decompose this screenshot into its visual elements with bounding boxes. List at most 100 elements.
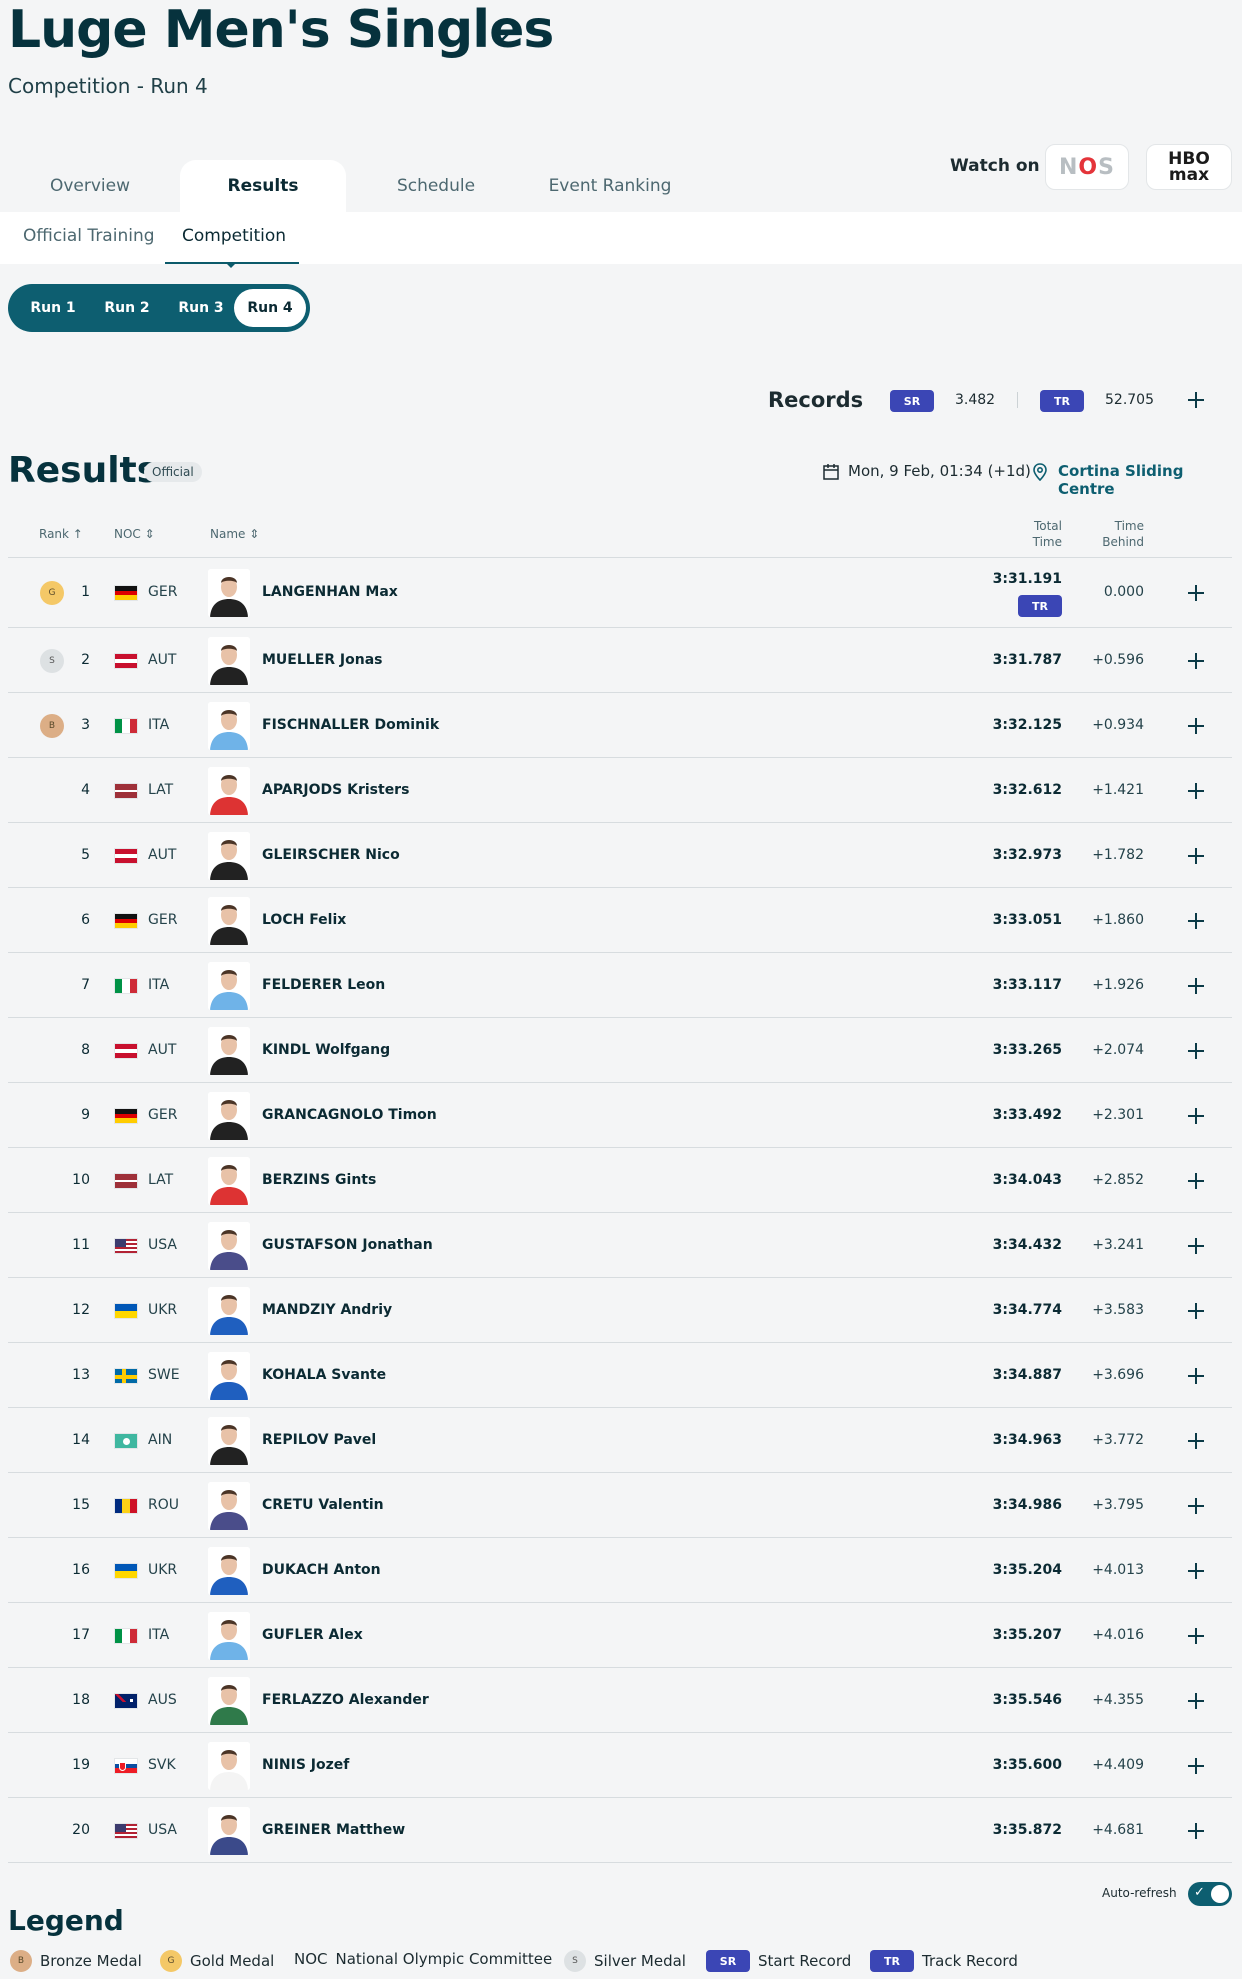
rank-column-header[interactable]: Rank ↑ <box>39 527 83 541</box>
table-row[interactable]: 4 LAT APARJODS Kristers 3:32.612 +1.421 <box>8 758 1232 823</box>
athlete-name[interactable]: REPILOV Pavel <box>262 1432 376 1448</box>
athlete-avatar[interactable] <box>208 1287 250 1335</box>
athlete-name[interactable]: APARJODS Kristers <box>262 782 409 798</box>
athlete-avatar[interactable] <box>208 702 250 750</box>
athlete-name[interactable]: NINIS Jozef <box>262 1757 349 1773</box>
athlete-avatar[interactable] <box>208 1612 250 1660</box>
athlete-avatar[interactable] <box>208 1482 250 1530</box>
run-1-button[interactable]: Run 1 <box>16 284 90 332</box>
expand-row-icon[interactable] <box>1188 653 1204 669</box>
expand-row-icon[interactable] <box>1188 1758 1204 1774</box>
expand-row-icon[interactable] <box>1188 1498 1204 1514</box>
athlete-avatar[interactable] <box>208 637 250 685</box>
athlete-avatar[interactable] <box>208 1222 250 1270</box>
athlete-name[interactable]: KINDL Wolfgang <box>262 1042 390 1058</box>
expand-row-icon[interactable] <box>1188 848 1204 864</box>
athlete-avatar[interactable] <box>208 962 250 1010</box>
table-row[interactable]: S 2 AUT MUELLER Jonas 3:31.787 +0.596 <box>8 628 1232 693</box>
table-row[interactable]: 13 SWE KOHALA Svante 3:34.887 +3.696 <box>8 1343 1232 1408</box>
expand-row-icon[interactable] <box>1188 1563 1204 1579</box>
table-row[interactable]: G 1 GER LANGENHAN Max 3:31.191 TR 0.000 <box>8 558 1232 628</box>
athlete-name[interactable]: GLEIRSCHER Nico <box>262 847 400 863</box>
subtab-competition[interactable]: Competition <box>182 226 286 246</box>
table-row[interactable]: 15 ROU CRETU Valentin 3:34.986 +3.795 <box>8 1473 1232 1538</box>
athlete-name[interactable]: CRETU Valentin <box>262 1497 384 1513</box>
run-4-button[interactable]: Run 4 <box>234 289 306 327</box>
venue-link[interactable]: Cortina Sliding Centre <box>1058 462 1242 498</box>
rank-cell: 11 <box>72 1237 90 1253</box>
expand-row-icon[interactable] <box>1188 913 1204 929</box>
athlete-name[interactable]: FISCHNALLER Dominik <box>262 717 439 733</box>
subtab-official-training[interactable]: Official Training <box>23 226 155 246</box>
table-row[interactable]: 7 ITA FELDERER Leon 3:33.117 +1.926 <box>8 953 1232 1018</box>
chevron-down-icon[interactable] <box>492 30 512 44</box>
athlete-name[interactable]: KOHALA Svante <box>262 1367 386 1383</box>
athlete-avatar[interactable] <box>208 1547 250 1595</box>
athlete-avatar[interactable] <box>208 1027 250 1075</box>
athlete-name[interactable]: BERZINS Gints <box>262 1172 376 1188</box>
table-row[interactable]: 20 USA GREINER Matthew 3:35.872 +4.681 <box>8 1798 1232 1863</box>
athlete-name[interactable]: MANDZIY Andriy <box>262 1302 392 1318</box>
table-row[interactable]: 19 SVK NINIS Jozef 3:35.600 +4.409 <box>8 1733 1232 1798</box>
athlete-name[interactable]: FERLAZZO Alexander <box>262 1692 429 1708</box>
table-row[interactable]: 9 GER GRANCAGNOLO Timon 3:33.492 +2.301 <box>8 1083 1232 1148</box>
expand-row-icon[interactable] <box>1188 1693 1204 1709</box>
legend: B Bronze Medal G Gold Medal NOC National… <box>8 1950 1242 1976</box>
table-row[interactable]: 11 USA GUSTAFSON Jonathan 3:34.432 +3.241 <box>8 1213 1232 1278</box>
table-row[interactable]: 12 UKR MANDZIY Andriy 3:34.774 +3.583 <box>8 1278 1232 1343</box>
athlete-name[interactable]: GREINER Matthew <box>262 1822 405 1838</box>
athlete-avatar[interactable] <box>208 1157 250 1205</box>
athlete-name[interactable]: GUSTAFSON Jonathan <box>262 1237 433 1253</box>
athlete-avatar[interactable] <box>208 1677 250 1725</box>
table-row[interactable]: 18 AUS FERLAZZO Alexander 3:35.546 +4.355 <box>8 1668 1232 1733</box>
table-row[interactable]: 17 ITA GUFLER Alex 3:35.207 +4.016 <box>8 1603 1232 1668</box>
table-row[interactable]: 16 UKR DUKACH Anton 3:35.204 +4.013 <box>8 1538 1232 1603</box>
athlete-avatar[interactable] <box>208 832 250 880</box>
noc-column-header[interactable]: NOC ⇕ <box>114 527 155 541</box>
athlete-name[interactable]: LOCH Felix <box>262 912 346 928</box>
expand-row-icon[interactable] <box>1188 783 1204 799</box>
athlete-avatar[interactable] <box>208 1092 250 1140</box>
table-row[interactable]: B 3 ITA FISCHNALLER Dominik 3:32.125 +0.934 <box>8 693 1232 758</box>
tab-results[interactable]: Results <box>180 160 346 212</box>
expand-row-icon[interactable] <box>1188 1433 1204 1449</box>
athlete-avatar[interactable] <box>208 569 250 617</box>
athlete-name[interactable]: FELDERER Leon <box>262 977 385 993</box>
tab-overview[interactable]: Overview <box>24 160 156 212</box>
table-row[interactable]: 8 AUT KINDL Wolfgang 3:33.265 +2.074 <box>8 1018 1232 1083</box>
expand-row-icon[interactable] <box>1188 1108 1204 1124</box>
expand-row-icon[interactable] <box>1188 1043 1204 1059</box>
athlete-avatar[interactable] <box>208 1807 250 1855</box>
run-3-button[interactable]: Run 3 <box>164 284 238 332</box>
athlete-avatar[interactable] <box>208 1742 250 1790</box>
expand-row-icon[interactable] <box>1188 978 1204 994</box>
expand-row-icon[interactable] <box>1188 1303 1204 1319</box>
athlete-avatar[interactable] <box>208 1352 250 1400</box>
table-row[interactable]: 5 AUT GLEIRSCHER Nico 3:32.973 +1.782 <box>8 823 1232 888</box>
athlete-name[interactable]: LANGENHAN Max <box>262 584 398 600</box>
expand-row-icon[interactable] <box>1188 1173 1204 1189</box>
auto-refresh-toggle[interactable]: ✓ <box>1188 1882 1232 1906</box>
athlete-avatar[interactable] <box>208 897 250 945</box>
tab-event-ranking[interactable]: Event Ranking <box>530 160 690 212</box>
expand-row-icon[interactable] <box>1188 1238 1204 1254</box>
athlete-name[interactable]: DUKACH Anton <box>262 1562 381 1578</box>
athlete-name[interactable]: GRANCAGNOLO Timon <box>262 1107 437 1123</box>
table-row[interactable]: 10 LAT BERZINS Gints 3:34.043 +2.852 <box>8 1148 1232 1213</box>
table-row[interactable]: 14 AIN REPILOV Pavel 3:34.963 +3.772 <box>8 1408 1232 1473</box>
expand-row-icon[interactable] <box>1188 1823 1204 1839</box>
athlete-name[interactable]: GUFLER Alex <box>262 1627 363 1643</box>
athlete-avatar[interactable] <box>208 767 250 815</box>
records-expand-icon[interactable] <box>1188 392 1204 408</box>
tab-schedule[interactable]: Schedule <box>370 160 502 212</box>
expand-row-icon[interactable] <box>1188 1368 1204 1384</box>
name-column-header[interactable]: Name ⇕ <box>210 527 259 541</box>
athlete-avatar[interactable] <box>208 1417 250 1465</box>
athlete-name[interactable]: MUELLER Jonas <box>262 652 383 668</box>
table-row[interactable]: 6 GER LOCH Felix 3:33.051 +1.860 <box>8 888 1232 953</box>
country-flag-icon <box>114 1823 138 1839</box>
run-2-button[interactable]: Run 2 <box>90 284 164 332</box>
expand-row-icon[interactable] <box>1188 718 1204 734</box>
expand-row-icon[interactable] <box>1188 1628 1204 1644</box>
expand-row-icon[interactable] <box>1188 585 1204 601</box>
